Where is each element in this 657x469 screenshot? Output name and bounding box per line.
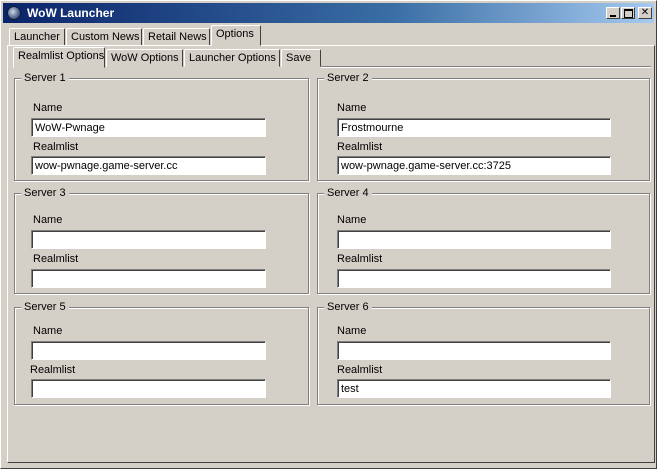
- server-3-realmlist-field[interactable]: [31, 269, 266, 288]
- server-5-group: Server 5 Name Realmlist: [14, 300, 309, 405]
- server-4-group: Server 4 Name Realmlist: [317, 186, 650, 294]
- tab-options[interactable]: Options: [211, 25, 261, 46]
- server-5-realmlist-label: Realmlist: [30, 364, 76, 376]
- subtab-strip-line: [321, 66, 651, 68]
- server-6-name-label: Name: [337, 325, 367, 337]
- server-6-realmlist-field[interactable]: [337, 379, 611, 398]
- server-4-name-field[interactable]: [337, 230, 611, 249]
- server-6-name-field[interactable]: [337, 341, 611, 360]
- server-3-title: Server 3: [21, 186, 69, 200]
- tab-realmlist-options[interactable]: Realmlist Options: [13, 47, 105, 68]
- minimize-button[interactable]: [606, 7, 620, 19]
- server-2-realmlist-field[interactable]: [337, 156, 611, 175]
- tab-retail-news[interactable]: Retail News: [143, 28, 210, 46]
- app-icon: [7, 6, 21, 20]
- server-4-realmlist-label: Realmlist: [337, 253, 383, 265]
- window-title: WoW Launcher: [27, 6, 115, 20]
- server-5-name-label: Name: [33, 325, 63, 337]
- launcher-window: WoW Launcher ✕ Launcher Custom News Reta…: [0, 0, 657, 469]
- server-4-name-label: Name: [337, 214, 367, 226]
- server-1-group: Server 1 Name Realmlist: [14, 71, 309, 181]
- close-button[interactable]: ✕: [638, 7, 652, 19]
- server-1-title: Server 1: [21, 71, 69, 85]
- server-2-name-label: Name: [337, 102, 367, 114]
- server-3-name-label: Name: [33, 214, 63, 226]
- server-1-name-field[interactable]: [31, 118, 266, 137]
- title-bar[interactable]: WoW Launcher ✕: [3, 3, 654, 23]
- server-2-title: Server 2: [324, 71, 372, 85]
- server-5-realmlist-field[interactable]: [31, 379, 266, 398]
- server-6-group: Server 6 Name Realmlist: [317, 300, 650, 405]
- server-3-realmlist-label: Realmlist: [33, 253, 79, 265]
- server-4-realmlist-field[interactable]: [337, 269, 611, 288]
- server-6-realmlist-label: Realmlist: [337, 364, 383, 376]
- server-1-realmlist-field[interactable]: [31, 156, 266, 175]
- server-5-name-field[interactable]: [31, 341, 266, 360]
- server-3-group: Server 3 Name Realmlist: [14, 186, 309, 294]
- server-3-name-field[interactable]: [31, 230, 266, 249]
- server-2-name-field[interactable]: [337, 118, 611, 137]
- server-6-title: Server 6: [324, 300, 372, 314]
- tab-custom-news[interactable]: Custom News: [66, 28, 142, 46]
- server-1-name-label: Name: [33, 102, 63, 114]
- server-4-title: Server 4: [324, 186, 372, 200]
- server-2-group: Server 2 Name Realmlist: [317, 71, 650, 181]
- server-2-realmlist-label: Realmlist: [337, 141, 383, 153]
- server-5-title: Server 5: [21, 300, 69, 314]
- tab-launcher[interactable]: Launcher: [9, 28, 65, 46]
- server-1-realmlist-label: Realmlist: [33, 141, 79, 153]
- maximize-button[interactable]: [621, 7, 635, 19]
